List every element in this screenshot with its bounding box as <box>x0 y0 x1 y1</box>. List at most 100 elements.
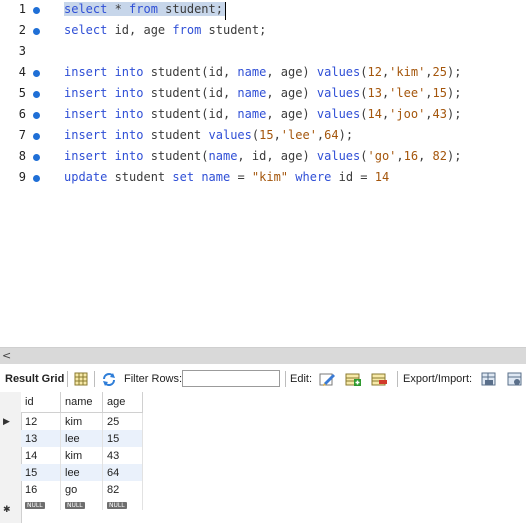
sql-token: , <box>425 107 433 121</box>
sql-token: 15 <box>259 128 274 142</box>
sql-statement[interactable]: insert into student(id, name, age) value… <box>64 86 461 100</box>
sql-statement[interactable]: update student set name = "kim" where id… <box>64 170 389 184</box>
statement-marker-icon <box>33 112 40 119</box>
table-cell-age[interactable]: 43 <box>102 447 143 464</box>
table-cell-age[interactable]: 64 <box>102 464 143 481</box>
sql-token: ); <box>446 86 462 100</box>
sql-token: ); <box>447 149 462 163</box>
table-cell-id[interactable]: 14 <box>21 447 61 464</box>
table-row[interactable]: 14 kim 43 <box>21 447 143 464</box>
result-toolbar: Result Grid Filter Rows: Edit: Export/Im… <box>0 364 526 393</box>
editor-line[interactable]: 1 select * from student; <box>0 0 526 21</box>
null-cell[interactable]: NULL <box>60 498 103 510</box>
sql-token: from <box>172 23 202 37</box>
scroll-left-arrow-icon[interactable]: < <box>2 349 11 362</box>
sql-token: name <box>208 149 238 163</box>
sql-statement[interactable]: insert into student(id, name, age) value… <box>64 65 461 79</box>
sql-token: name <box>237 86 267 100</box>
edit-cell-icon[interactable] <box>318 371 336 387</box>
sql-token: , <box>425 86 433 100</box>
sql-token: , age) <box>266 107 317 121</box>
text-cursor <box>224 2 226 20</box>
table-cell-name[interactable]: kim <box>60 447 103 464</box>
current-row-marker-icon: ▶ <box>3 416 10 426</box>
editor-line[interactable]: 8 insert into student(name, id, age) valu… <box>0 147 526 168</box>
table-cell-name[interactable]: go <box>60 481 103 498</box>
sql-token: update <box>64 170 108 184</box>
sql-token: where <box>295 170 332 184</box>
line-number: 1 <box>18 2 26 16</box>
sql-token: insert into <box>64 65 144 79</box>
sql-token: 'lee' <box>280 128 317 142</box>
export-icon[interactable] <box>480 371 498 387</box>
sql-token: name <box>237 107 267 121</box>
editor-line[interactable]: 7 insert into student values(15,'lee',64)… <box>0 126 526 147</box>
table-cell-name[interactable]: lee <box>60 430 103 447</box>
statement-marker-icon <box>33 7 40 14</box>
sql-token: "kim" <box>251 170 289 184</box>
table-cell-age[interactable]: 25 <box>102 412 143 430</box>
delete-row-icon[interactable] <box>370 371 388 387</box>
sql-token: 14 <box>367 107 382 121</box>
new-row[interactable]: NULL NULL NULL <box>21 498 143 510</box>
table-row[interactable]: 16 go 82 <box>21 481 143 498</box>
grid-layout-icon[interactable] <box>72 371 90 387</box>
editor-line[interactable]: 9 update student set name = "kim" where i… <box>0 168 526 189</box>
sql-token: ); <box>446 65 462 79</box>
sql-statement[interactable]: insert into student(id, name, age) value… <box>64 107 461 121</box>
import-icon[interactable] <box>506 371 524 387</box>
sql-token: 'go' <box>367 149 397 163</box>
filter-rows-label: Filter Rows: <box>124 373 183 385</box>
editor-line[interactable]: 3 <box>0 42 526 63</box>
null-cell[interactable]: NULL <box>102 498 143 510</box>
table-row[interactable]: 12 kim 25 <box>21 412 143 430</box>
sql-token: , <box>418 149 433 163</box>
table-cell-id[interactable]: 16 <box>21 481 61 498</box>
editor-line[interactable]: 2 select id, age from student; <box>0 21 526 42</box>
sql-statement[interactable]: select * from student; <box>64 2 226 20</box>
sql-token: values <box>316 149 361 163</box>
table-cell-name[interactable]: kim <box>60 412 103 430</box>
table-cell-id[interactable]: 15 <box>21 464 61 481</box>
table-cell-age[interactable]: 82 <box>102 481 143 498</box>
sql-token: 43 <box>432 107 447 121</box>
table-row[interactable]: 13 lee 15 <box>21 430 143 447</box>
sql-token: 15 <box>432 86 447 100</box>
column-header-name[interactable]: name <box>60 392 103 413</box>
sql-token: student(id, <box>143 86 238 100</box>
export-import-label: Export/Import: <box>403 373 473 385</box>
horizontal-scrollbar[interactable]: < <box>0 347 526 364</box>
table-cell-name[interactable]: lee <box>60 464 103 481</box>
table-cell-id[interactable]: 12 <box>21 412 61 430</box>
row-header-column: ▶ ✱ <box>0 392 22 523</box>
statement-marker-icon <box>33 91 40 98</box>
filter-rows-input[interactable] <box>182 370 280 387</box>
table-row[interactable]: 15 lee 64 <box>21 464 143 481</box>
sql-token: student; <box>201 23 267 37</box>
column-header-id[interactable]: id <box>21 392 61 413</box>
sql-token: student(id, <box>143 107 238 121</box>
sql-token: name <box>201 170 231 184</box>
sql-editor[interactable]: 1 select * from student; 2 select id, age f… <box>0 0 526 347</box>
table-cell-age[interactable]: 15 <box>102 430 143 447</box>
sql-statement[interactable]: select id, age from student; <box>64 23 266 37</box>
line-number: 9 <box>18 170 26 184</box>
sql-statement[interactable]: insert into student values(15,'lee',64); <box>64 128 353 142</box>
editor-line[interactable]: 6 insert into student(id, name, age) valu… <box>0 105 526 126</box>
column-header-age[interactable]: age <box>102 392 143 413</box>
sql-token: , <box>396 149 404 163</box>
sql-token: 'kim' <box>389 65 426 79</box>
sql-token: from <box>129 2 158 16</box>
result-grid[interactable]: ▶ ✱ id name age 12 kim 25 13 lee 15 14 kim 43 15 l… <box>0 392 526 523</box>
editor-line[interactable]: 5 insert into student(id, name, age) valu… <box>0 84 526 105</box>
sql-statement[interactable]: insert into student(name, id, age) value… <box>64 149 461 163</box>
toolbar-divider <box>67 371 68 387</box>
insert-row-icon[interactable] <box>344 371 362 387</box>
result-grid-tab[interactable]: Result Grid <box>5 373 64 385</box>
table-cell-id[interactable]: 13 <box>21 430 61 447</box>
line-number: 7 <box>18 128 26 142</box>
null-cell[interactable]: NULL <box>21 498 61 510</box>
refresh-icon[interactable] <box>100 371 118 387</box>
sql-token: 16 <box>403 149 419 163</box>
editor-line[interactable]: 4 insert into student(id, name, age) valu… <box>0 63 526 84</box>
